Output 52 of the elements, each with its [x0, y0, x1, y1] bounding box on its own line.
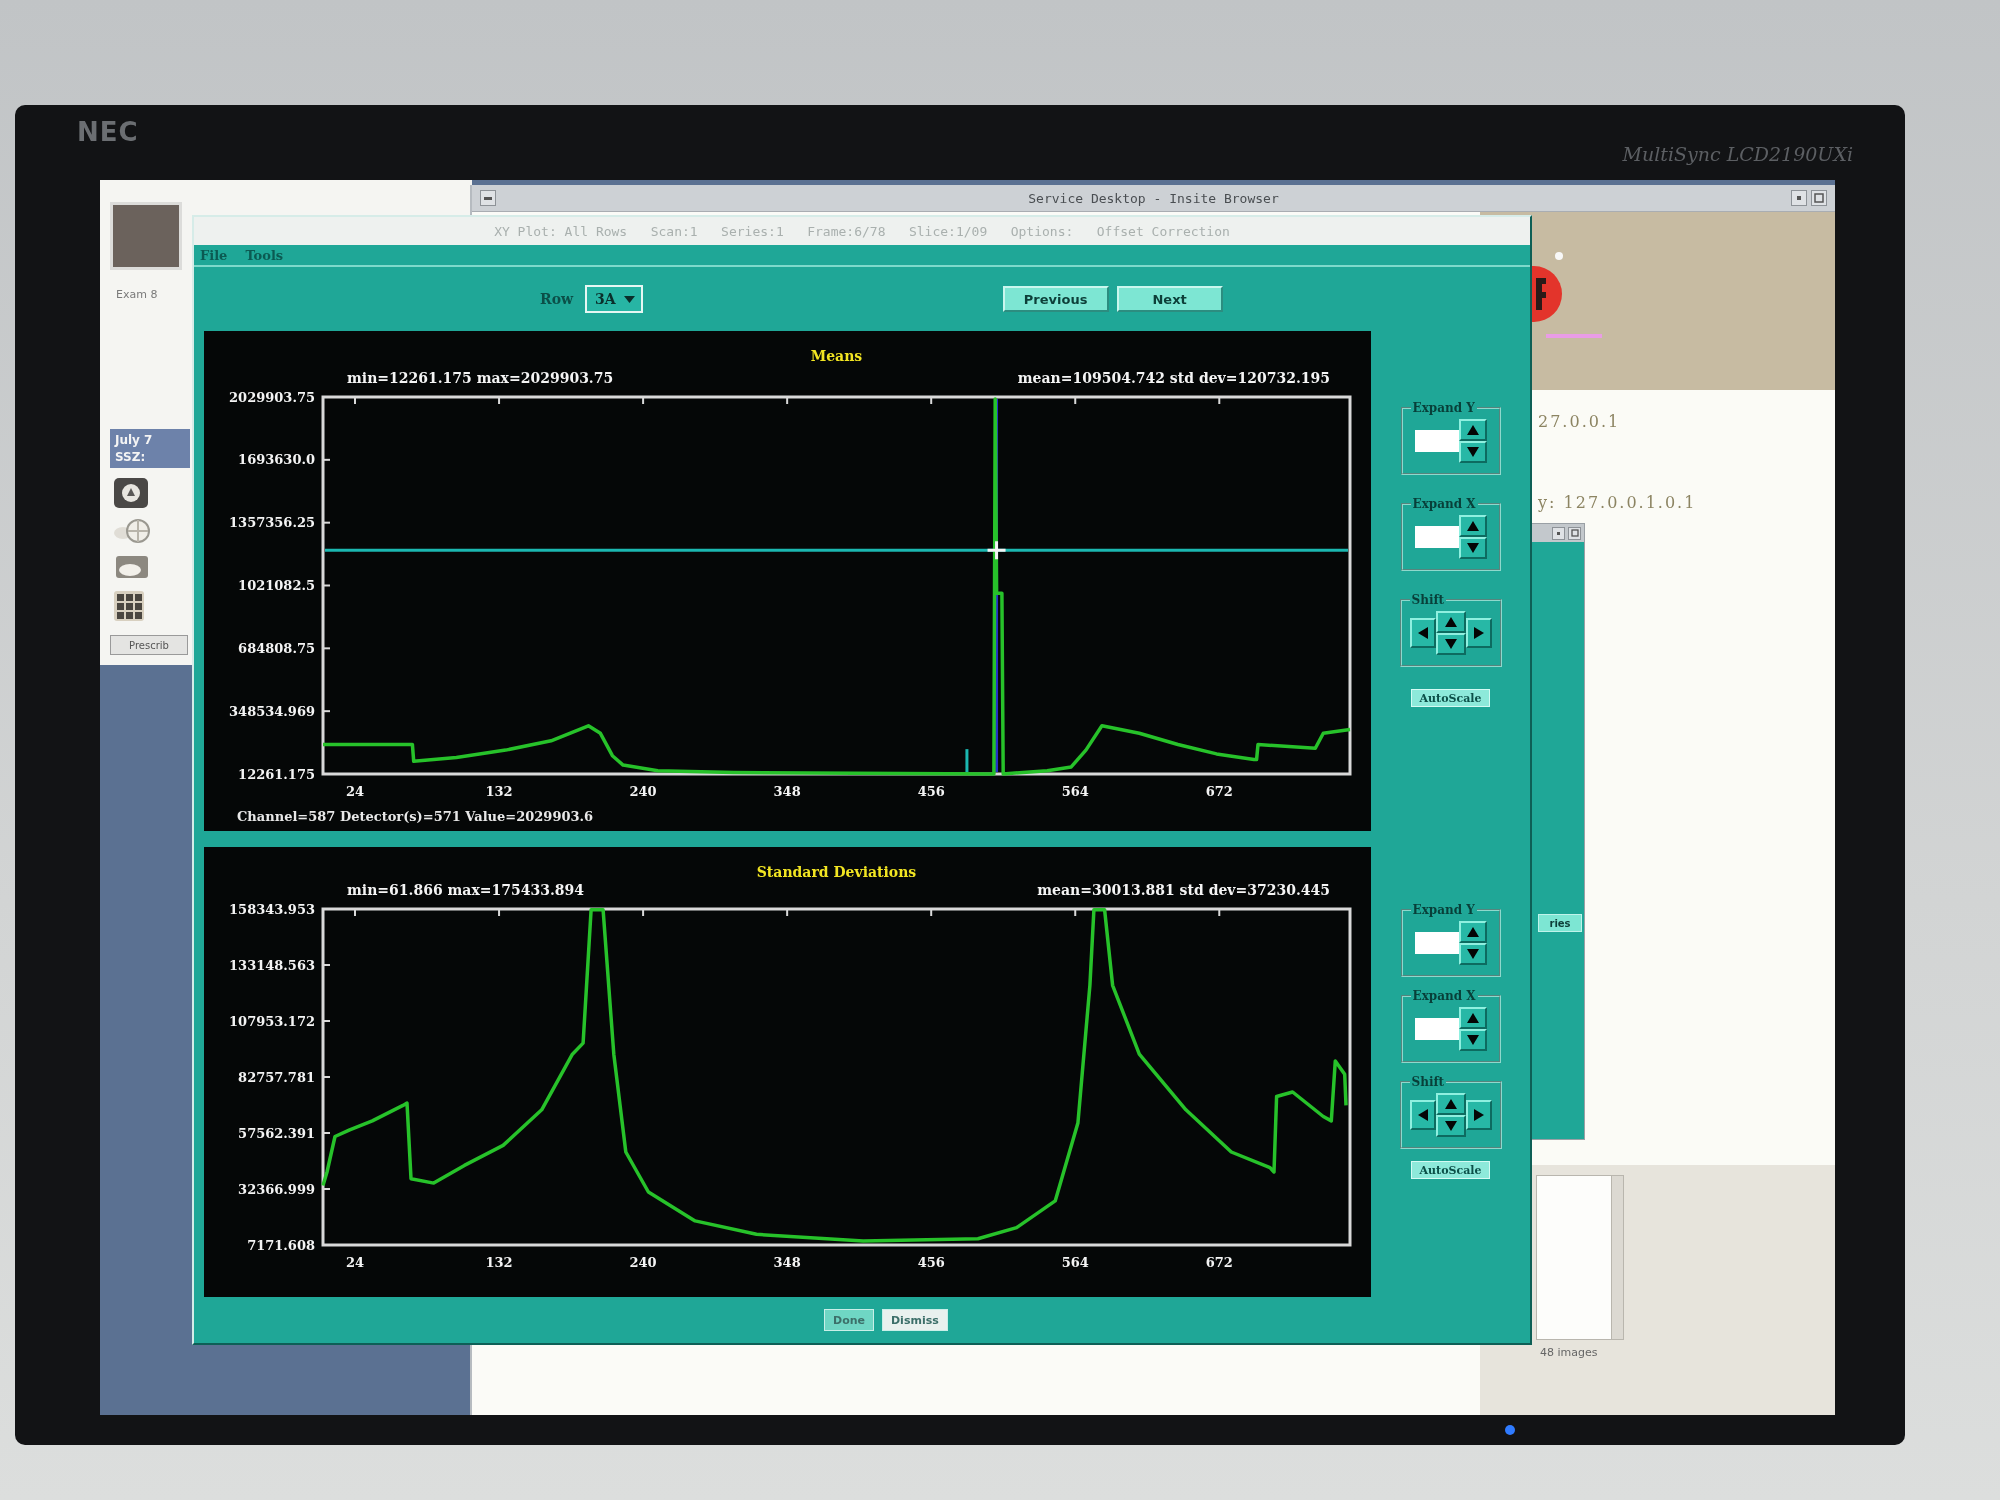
x-axis-label: 132	[485, 1255, 513, 1270]
x-axis-label: 24	[345, 784, 365, 799]
y-axis-label: 1357356.25	[229, 515, 315, 531]
y-axis-label: 107953.172	[229, 1013, 315, 1029]
y-axis-label: 12261.175	[238, 766, 315, 782]
x-axis-label: 564	[1061, 1255, 1089, 1270]
x-axis-label: 564	[1061, 784, 1089, 799]
x-axis-label: 348	[773, 1255, 801, 1270]
group-label: Expand X	[1411, 989, 1477, 1003]
group-label: Expand Y	[1411, 903, 1476, 917]
y-axis-label: 1021082.5	[238, 578, 315, 593]
mean-std-readout: mean=109504.742 std dev=120732.195	[1017, 370, 1330, 386]
address-text: y: 127.0.0.1.0.1	[1538, 493, 1698, 512]
brand-logo: NEC	[77, 117, 139, 147]
y-axis-label: 82757.781	[238, 1069, 315, 1085]
chart-title: Means	[810, 348, 863, 364]
group-label: Shift	[1410, 593, 1446, 607]
y-axis-label: 348534.969	[229, 703, 315, 719]
y-axis-label: 7171.608	[247, 1237, 315, 1253]
min-max-readout: min=61.866 max=175433.894	[347, 882, 584, 898]
x-axis-label: 240	[629, 1255, 657, 1270]
mean-std-readout: mean=30013.881 std dev=37230.445	[1037, 882, 1330, 898]
row-label: Row	[540, 291, 574, 307]
y-axis-label: 2029903.75	[229, 389, 315, 405]
list-caption: 48 images	[1540, 1346, 1599, 1359]
group-label: Shift	[1410, 1075, 1446, 1089]
exam-label: Exam 8	[116, 288, 158, 301]
y-axis-label: 158343.953	[229, 901, 315, 917]
date-text: July 7	[115, 433, 154, 447]
x-axis-label: 672	[1205, 1255, 1233, 1270]
x-axis-label: 240	[629, 784, 657, 799]
cursor-readout: Channel=587 Detector(s)=571 Value=2029903.6	[237, 809, 594, 824]
info-text: SSZ:	[115, 450, 147, 464]
window-title: XY Plot: All Rows Scan:1 Series:1 Frame:6/78 Slice:1/09 Options: Offset Correction	[494, 223, 1230, 239]
model-label: MultiSync LCD2190UXi	[1622, 143, 1853, 165]
x-axis-label: 348	[773, 784, 801, 799]
group-label: Expand Y	[1411, 401, 1476, 415]
y-axis-label: 133148.563	[229, 957, 315, 973]
x-axis-label: 24	[345, 1255, 365, 1270]
x-axis-label: 132	[485, 784, 513, 799]
address-text: 27.0.0.1	[1538, 412, 1622, 431]
y-axis-label: 684808.75	[238, 640, 315, 656]
y-axis-label: 57562.391	[238, 1125, 315, 1141]
x-axis-label: 456	[917, 784, 945, 799]
window-title: Service Desktop - Insite Browser	[1028, 190, 1279, 206]
x-axis-label: 456	[917, 1255, 945, 1270]
y-axis-label: 32366.999	[238, 1181, 315, 1197]
x-axis-label: 672	[1205, 784, 1233, 799]
min-max-readout: min=12261.175 max=2029903.75	[347, 370, 614, 386]
group-label: Expand X	[1411, 497, 1477, 511]
y-axis-label: 1693630.0	[238, 452, 315, 468]
chart-title: Standard Deviations	[756, 864, 917, 880]
